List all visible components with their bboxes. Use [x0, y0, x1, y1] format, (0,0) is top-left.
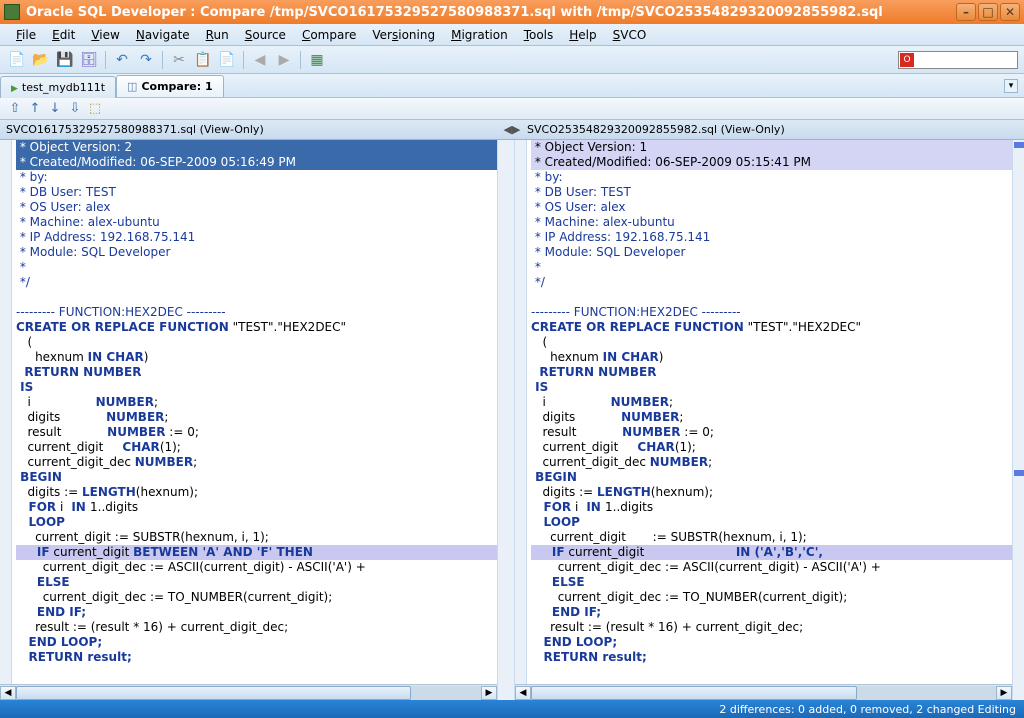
redo-button[interactable]: ↷: [135, 49, 157, 71]
tab-compare-label: Compare: 1: [141, 80, 212, 93]
menu-view[interactable]: View: [83, 26, 127, 44]
paste-button[interactable]: 📄: [216, 49, 238, 71]
menu-file[interactable]: File: [8, 26, 44, 44]
scroll-right-button[interactable]: ▶: [996, 686, 1012, 700]
menu-navigate[interactable]: Navigate: [128, 26, 198, 44]
search-box[interactable]: O: [898, 51, 1018, 69]
tab-compare[interactable]: Compare: 1: [116, 75, 224, 97]
left-pane: * Object Version: 2 * Created/Modified: …: [0, 140, 497, 700]
file-header-row: SVCO16175329527580988371.sql (View-Only)…: [0, 120, 1024, 140]
next-diff-button[interactable]: ↓: [46, 100, 64, 118]
cut-button[interactable]: ✂: [168, 49, 190, 71]
goto-diff-button[interactable]: ⬚: [86, 100, 104, 118]
scroll-left-button[interactable]: ◀: [515, 686, 531, 700]
tab-connection[interactable]: test_mydb111t: [0, 76, 116, 98]
back-button[interactable]: ◀: [249, 49, 271, 71]
save-button[interactable]: 💾: [54, 49, 76, 71]
menu-help[interactable]: Help: [561, 26, 604, 44]
first-diff-button[interactable]: ⇧: [6, 100, 24, 118]
right-code[interactable]: * Object Version: 1 * Created/Modified: …: [527, 140, 1012, 665]
diff-overview-ruler[interactable]: [1012, 140, 1024, 700]
menu-edit[interactable]: Edit: [44, 26, 83, 44]
menu-migration[interactable]: Migration: [443, 26, 516, 44]
compare-icon: [127, 80, 137, 93]
menu-versioning[interactable]: Versioning: [364, 26, 443, 44]
right-pane: * Object Version: 1 * Created/Modified: …: [515, 140, 1012, 700]
window-titlebar: Oracle SQL Developer : Compare /tmp/SVCO…: [0, 0, 1024, 24]
left-file-label: SVCO16175329527580988371.sql (View-Only): [6, 123, 264, 136]
window-maximize-button[interactable]: □: [978, 3, 998, 21]
right-file-label: SVCO25354829320092855982.sql (View-Only): [527, 123, 785, 136]
menubar: FileEditViewNavigateRunSourceCompareVers…: [0, 24, 1024, 46]
new-button[interactable]: 📄: [6, 49, 28, 71]
menu-source[interactable]: Source: [237, 26, 294, 44]
forward-button[interactable]: ▶: [273, 49, 295, 71]
toolbar-separator: [243, 51, 244, 69]
oracle-icon: O: [900, 53, 914, 67]
prev-diff-button[interactable]: ↑: [26, 100, 44, 118]
connection-icon: [11, 81, 18, 94]
scroll-left-button[interactable]: ◀: [0, 686, 16, 700]
menu-svco[interactable]: SVCO: [605, 26, 655, 44]
left-file-header: SVCO16175329527580988371.sql (View-Only): [0, 120, 503, 139]
menu-tools[interactable]: Tools: [516, 26, 562, 44]
statusbar: 2 differences: 0 added, 0 removed, 2 cha…: [0, 700, 1024, 718]
toolbar-separator: [105, 51, 106, 69]
toolbar-separator: [162, 51, 163, 69]
copy-button[interactable]: 📋: [192, 49, 214, 71]
scroll-right-button[interactable]: ▶: [481, 686, 497, 700]
window-close-button[interactable]: ✕: [1000, 3, 1020, 21]
tab-connection-label: test_mydb111t: [22, 81, 105, 94]
editor-tabbar: test_mydb111t Compare: 1 ▾: [0, 74, 1024, 98]
right-file-header: SVCO25354829320092855982.sql (View-Only): [521, 120, 1024, 139]
diff-center-strip: [497, 140, 515, 700]
open-button[interactable]: 📂: [30, 49, 52, 71]
menu-run[interactable]: Run: [198, 26, 237, 44]
right-gutter: [515, 140, 527, 684]
diff-navigation-bar: ⇧ ↑ ↓ ⇩ ⬚: [0, 98, 1024, 120]
window-title: Oracle SQL Developer : Compare /tmp/SVCO…: [26, 5, 956, 20]
left-gutter: [0, 140, 12, 684]
window-minimize-button[interactable]: –: [956, 3, 976, 21]
undo-button[interactable]: ↶: [111, 49, 133, 71]
toolbar-separator: [300, 51, 301, 69]
left-horizontal-scrollbar[interactable]: ◀ ▶: [0, 684, 497, 700]
status-text: 2 differences: 0 added, 0 removed, 2 cha…: [719, 703, 1016, 716]
left-code[interactable]: * Object Version: 2 * Created/Modified: …: [12, 140, 497, 665]
right-horizontal-scrollbar[interactable]: ◀ ▶: [515, 684, 1012, 700]
menu-compare[interactable]: Compare: [294, 26, 364, 44]
compare-panes: * Object Version: 2 * Created/Modified: …: [0, 140, 1024, 700]
app-icon: [4, 4, 20, 20]
save-all-button[interactable]: 🗄: [78, 49, 100, 71]
main-toolbar: 📄 📂 💾 🗄 ↶ ↷ ✂ 📋 📄 ◀ ▶ ▦ O: [0, 46, 1024, 74]
sql-worksheet-button[interactable]: ▦: [306, 49, 328, 71]
last-diff-button[interactable]: ⇩: [66, 100, 84, 118]
pane-splitter-handle[interactable]: ◀▶: [503, 120, 521, 139]
tabs-dropdown-button[interactable]: ▾: [1004, 79, 1018, 93]
